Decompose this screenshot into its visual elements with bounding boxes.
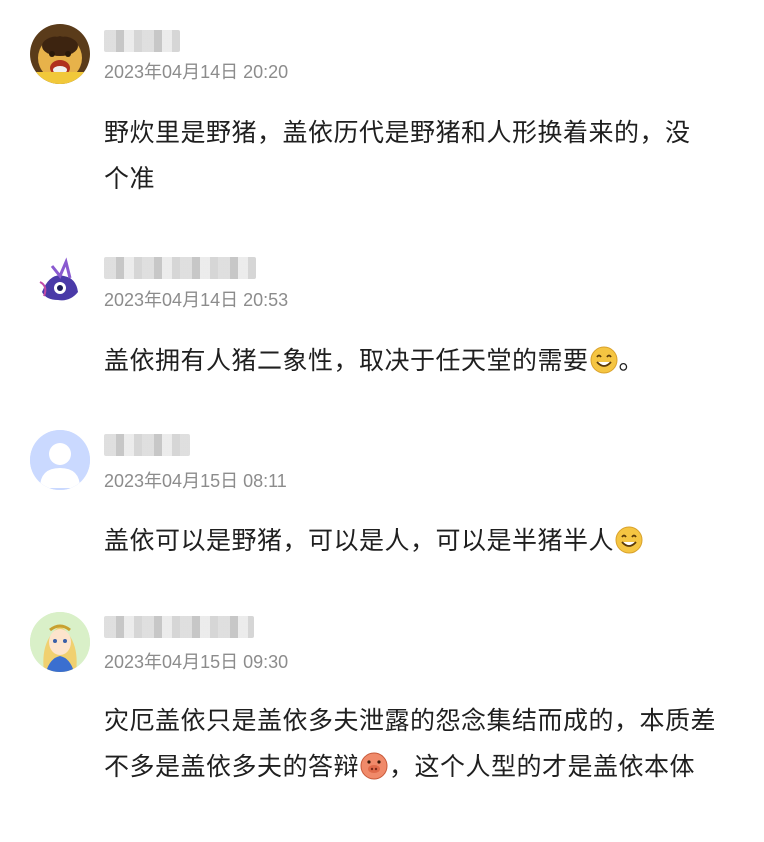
comment-text-tail: ，这个人型的才是盖依本体 [389,752,696,781]
avatar[interactable] [30,612,90,672]
grin-emoji-icon [614,525,644,555]
avatar-image [30,24,90,84]
comment-text-main: 盖依可以是野猪，可以是人，可以是半猪半人 [104,526,615,555]
username-blurred[interactable] [104,257,256,279]
comment-time: 2023年04月15日 09:30 [104,652,289,672]
comment-text: 野炊里是野猪，盖依历代是野猪和人形换着来的，没个准 [104,118,691,193]
comment-text: 灾厄盖依只是盖依多夫泄露的怨念集结而成的，本质差不多是盖依多夫的答辩 ，这个人型的… [104,698,716,790]
comment-time: 2023年04月14日 20:20 [104,62,289,82]
avatar-image [30,252,90,312]
grin-emoji-icon [589,345,619,375]
pig-emoji-icon [359,751,389,781]
default-user-icon [30,430,90,490]
comment-text-main: 盖依拥有人猪二象性，取决于任天堂的需要 [104,346,589,375]
username-blurred[interactable] [104,30,180,52]
comment-time: 2023年04月14日 20:53 [104,290,289,310]
comment-time: 2023年04月15日 08:11 [104,471,287,491]
comment-text: 盖依可以是野猪，可以是人，可以是半猪半人 [104,518,714,564]
avatar-image [30,612,90,672]
username-blurred[interactable] [104,434,190,456]
comment-text-tail: 。 [618,346,645,375]
avatar[interactable] [30,24,90,84]
comment-text: 盖依拥有人猪二象性，取决于任天堂的需要。 [104,338,714,384]
avatar[interactable] [30,430,90,490]
username-blurred[interactable] [104,616,254,638]
avatar[interactable] [30,252,90,312]
